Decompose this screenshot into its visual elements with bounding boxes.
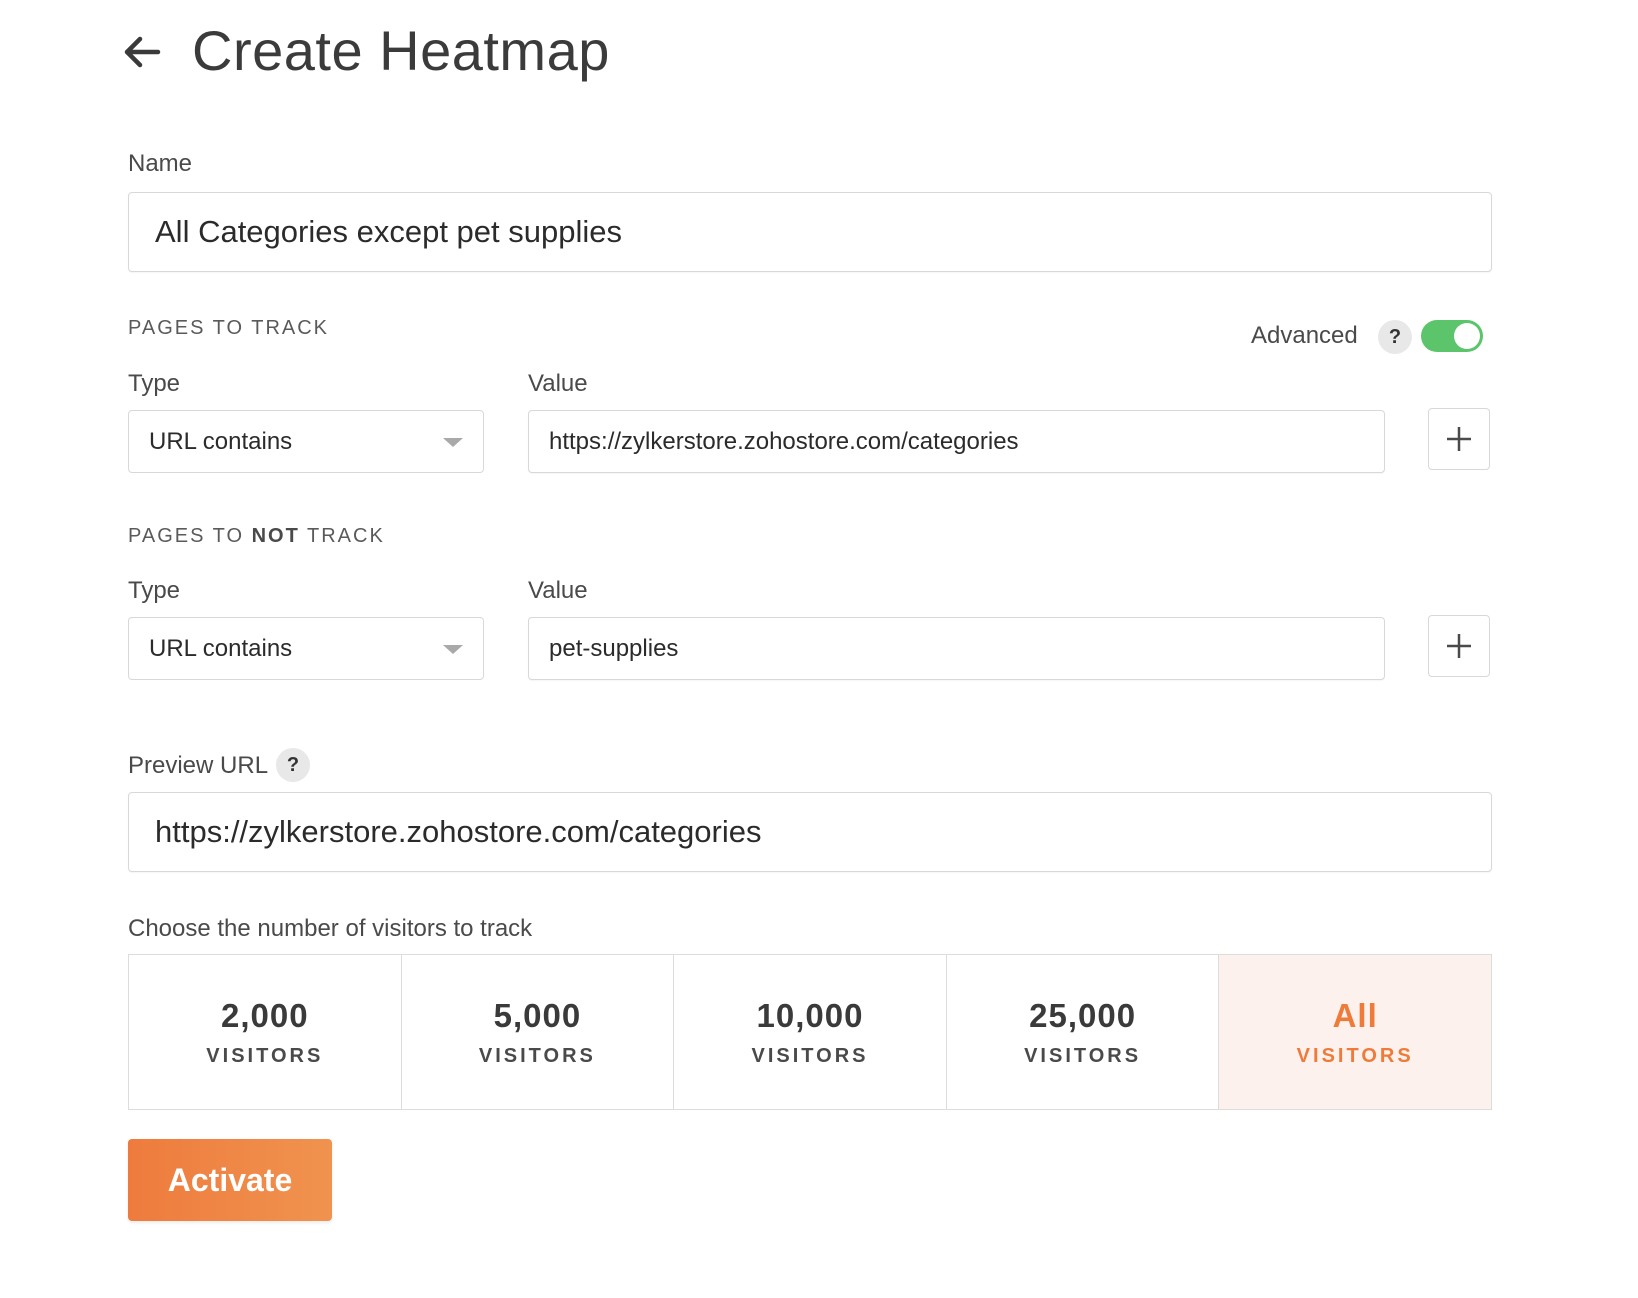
visitors-option-2000[interactable]: 2,000 VISITORS bbox=[129, 955, 402, 1109]
visitors-unit: VISITORS bbox=[206, 1044, 324, 1067]
visitors-unit: VISITORS bbox=[1296, 1044, 1414, 1067]
back-arrow-icon[interactable] bbox=[118, 28, 166, 76]
track-add-button[interactable] bbox=[1428, 408, 1490, 470]
activate-button[interactable]: Activate bbox=[128, 1139, 332, 1221]
visitors-option-5000[interactable]: 5,000 VISITORS bbox=[401, 955, 675, 1109]
visitors-option-25000[interactable]: 25,000 VISITORS bbox=[946, 955, 1220, 1109]
visitors-unit: VISITORS bbox=[1024, 1044, 1142, 1067]
visitors-label: Choose the number of visitors to track bbox=[128, 915, 533, 942]
preview-url-input[interactable]: https://zylkerstore.zohostore.com/catego… bbox=[128, 792, 1492, 872]
plus-icon bbox=[1447, 427, 1471, 451]
chevron-down-icon bbox=[443, 437, 463, 447]
preview-url-value: https://zylkerstore.zohostore.com/catego… bbox=[155, 814, 762, 849]
not-track-type-select[interactable]: URL contains bbox=[128, 617, 484, 680]
preview-help-icon[interactable]: ? bbox=[276, 748, 310, 782]
plus-icon bbox=[1447, 634, 1471, 658]
visitors-unit: VISITORS bbox=[478, 1044, 596, 1067]
not-track-value-input[interactable]: pet-supplies bbox=[528, 617, 1385, 680]
preview-help-glyph: ? bbox=[286, 753, 300, 776]
not-track-add-button[interactable] bbox=[1428, 615, 1490, 677]
preview-url-label: Preview URL bbox=[128, 752, 269, 779]
page-title: Create Heatmap bbox=[192, 19, 610, 82]
visitors-option-all[interactable]: All VISITORS bbox=[1219, 955, 1491, 1109]
visitors-count: 2,000 bbox=[221, 996, 309, 1034]
visitors-count: 25,000 bbox=[1029, 996, 1137, 1034]
visitors-selector: 2,000 VISITORS 5,000 VISITORS 10,000 VIS… bbox=[128, 954, 1492, 1110]
pages-to-not-track-heading: PAGES TO NOT TRACK bbox=[128, 525, 385, 548]
visitors-option-10000[interactable]: 10,000 VISITORS bbox=[674, 955, 947, 1109]
track-type-select[interactable]: URL contains bbox=[128, 410, 484, 473]
chevron-down-icon bbox=[443, 644, 463, 654]
not-track-type-label: Type bbox=[128, 577, 181, 604]
visitors-count: All bbox=[1332, 996, 1378, 1034]
advanced-toggle[interactable] bbox=[1421, 320, 1483, 352]
not-track-heading-prefix: PAGES TO bbox=[128, 525, 252, 547]
track-value-text: https://zylkerstore.zohostore.com/catego… bbox=[549, 427, 1019, 455]
not-track-heading-bold: NOT bbox=[251, 525, 300, 547]
name-input-value: All Categories except pet supplies bbox=[155, 214, 622, 249]
track-type-label: Type bbox=[128, 370, 181, 397]
advanced-help-icon[interactable]: ? bbox=[1378, 320, 1412, 354]
track-value-input[interactable]: https://zylkerstore.zohostore.com/catego… bbox=[528, 410, 1385, 473]
track-type-value: URL contains bbox=[149, 427, 293, 455]
advanced-label: Advanced bbox=[1251, 322, 1358, 349]
track-value-label: Value bbox=[528, 370, 588, 397]
not-track-value-text: pet-supplies bbox=[549, 634, 679, 662]
visitors-count: 5,000 bbox=[493, 996, 582, 1034]
name-input[interactable]: All Categories except pet supplies bbox=[128, 192, 1492, 272]
visitors-unit: VISITORS bbox=[751, 1044, 869, 1067]
pages-to-track-heading: PAGES TO TRACK bbox=[128, 317, 330, 339]
not-track-heading-suffix: TRACK bbox=[299, 525, 385, 547]
advanced-help-glyph: ? bbox=[1388, 325, 1402, 348]
create-heatmap-page: Create Heatmap Name All Categories excep… bbox=[0, 0, 1638, 1298]
not-track-value-label: Value bbox=[528, 577, 588, 604]
not-track-type-value: URL contains bbox=[149, 634, 293, 662]
name-label: Name bbox=[128, 150, 193, 177]
visitors-count: 10,000 bbox=[756, 996, 864, 1034]
toggle-knob bbox=[1454, 323, 1480, 349]
